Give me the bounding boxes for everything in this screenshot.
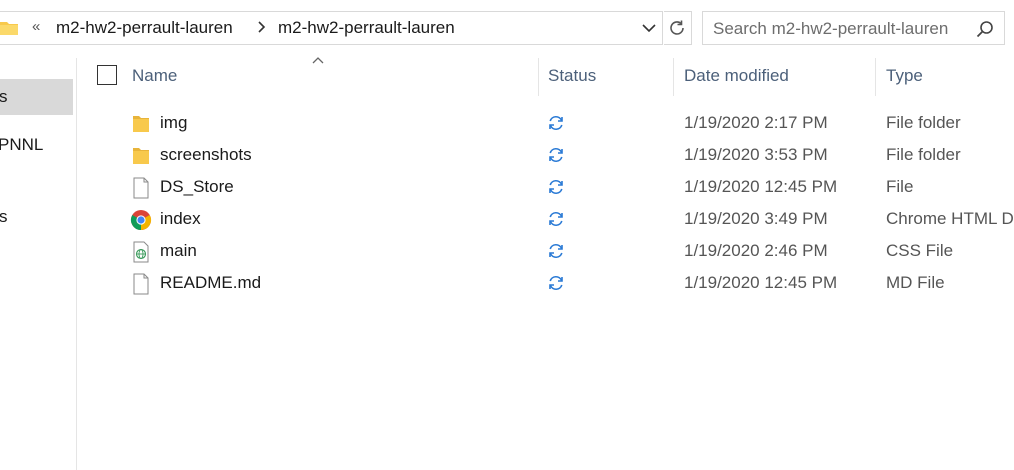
file-type: Chrome HTML D	[886, 209, 1014, 228]
file-name: screenshots	[160, 145, 252, 164]
sync-pending-icon	[546, 273, 566, 293]
sync-pending-icon	[546, 177, 566, 197]
folder-icon	[130, 113, 152, 135]
file-row[interactable]: screenshots 1/19/2020 3:53 PM File folde…	[80, 139, 1014, 171]
chevron-right-icon[interactable]	[255, 19, 269, 35]
column-header-status[interactable]: Status	[548, 66, 596, 86]
nav-item[interactable]: s	[0, 199, 73, 235]
address-bar[interactable]: « m2-hw2-perrault-lauren m2-hw2-perrault…	[0, 11, 663, 45]
file-row[interactable]: README.md 1/19/2020 12:45 PM MD File	[80, 267, 1014, 299]
file-type: File folder	[886, 113, 961, 132]
file-type: File	[886, 177, 914, 196]
nav-item-selected[interactable]: s	[0, 79, 73, 115]
chrome-icon	[130, 209, 152, 231]
folder-icon	[130, 145, 152, 167]
search-placeholder: Search m2-hw2-perrault-lauren	[713, 19, 949, 38]
file-type: File folder	[886, 145, 961, 164]
select-all-checkbox[interactable]	[97, 65, 117, 85]
sync-pending-icon	[546, 241, 566, 261]
date-modified: 1/19/2020 2:46 PM	[684, 241, 828, 260]
file-row[interactable]: DS_Store 1/19/2020 12:45 PM File	[80, 171, 1014, 203]
file-name: main	[160, 241, 197, 260]
column-header-date-modified[interactable]: Date modified	[684, 66, 789, 86]
date-modified: 1/19/2020 3:53 PM	[684, 145, 828, 164]
file-name: DS_Store	[160, 177, 234, 196]
column-header-name[interactable]: Name	[132, 66, 177, 86]
file-name: img	[160, 113, 188, 132]
file-name: README.md	[160, 273, 262, 292]
breadcrumb-item-parent[interactable]: m2-hw2-perrault-lauren	[56, 18, 233, 38]
sync-pending-icon	[546, 209, 566, 229]
css-file-icon	[130, 241, 152, 263]
date-modified: 1/19/2020 12:45 PM	[684, 273, 838, 292]
search-icon[interactable]	[976, 20, 994, 38]
file-row[interactable]: index 1/19/2020 3:49 PM Chrome HTML D	[80, 203, 1014, 235]
date-modified: 1/19/2020 12:45 PM	[684, 177, 838, 196]
date-modified: 1/19/2020 3:49 PM	[684, 209, 828, 228]
file-row[interactable]: main 1/19/2020 2:46 PM CSS File	[80, 235, 1014, 267]
folder-icon	[0, 18, 20, 38]
refresh-button[interactable]	[664, 11, 692, 45]
column-divider[interactable]	[538, 58, 539, 96]
file-name: index	[160, 209, 201, 228]
file-row[interactable]: img 1/19/2020 2:17 PM File folder	[80, 107, 1014, 139]
nav-item-label: s	[0, 87, 8, 107]
blank-file-icon	[130, 273, 152, 295]
file-type: MD File	[886, 273, 945, 292]
navigation-pane[interactable]: s PNNL s	[0, 58, 77, 470]
column-divider[interactable]	[875, 58, 876, 96]
breadcrumb-item-current[interactable]: m2-hw2-perrault-lauren	[278, 18, 455, 38]
nav-item-label: s	[0, 207, 8, 227]
sync-pending-icon	[546, 113, 566, 133]
sort-ascending-icon	[311, 52, 325, 64]
column-divider[interactable]	[673, 58, 674, 96]
breadcrumb-overflow-button[interactable]: «	[32, 18, 40, 35]
blank-file-icon	[130, 177, 152, 199]
file-type: CSS File	[886, 241, 954, 260]
refresh-icon	[670, 20, 684, 35]
nav-item-label: PNNL	[0, 135, 44, 154]
sync-pending-icon	[546, 145, 566, 165]
nav-item-pnnl[interactable]: PNNL	[0, 127, 73, 163]
column-header-type[interactable]: Type	[886, 66, 923, 86]
search-input[interactable]: Search m2-hw2-perrault-lauren	[702, 11, 1005, 45]
chevron-down-icon[interactable]	[641, 21, 657, 35]
date-modified: 1/19/2020 2:17 PM	[684, 113, 828, 132]
